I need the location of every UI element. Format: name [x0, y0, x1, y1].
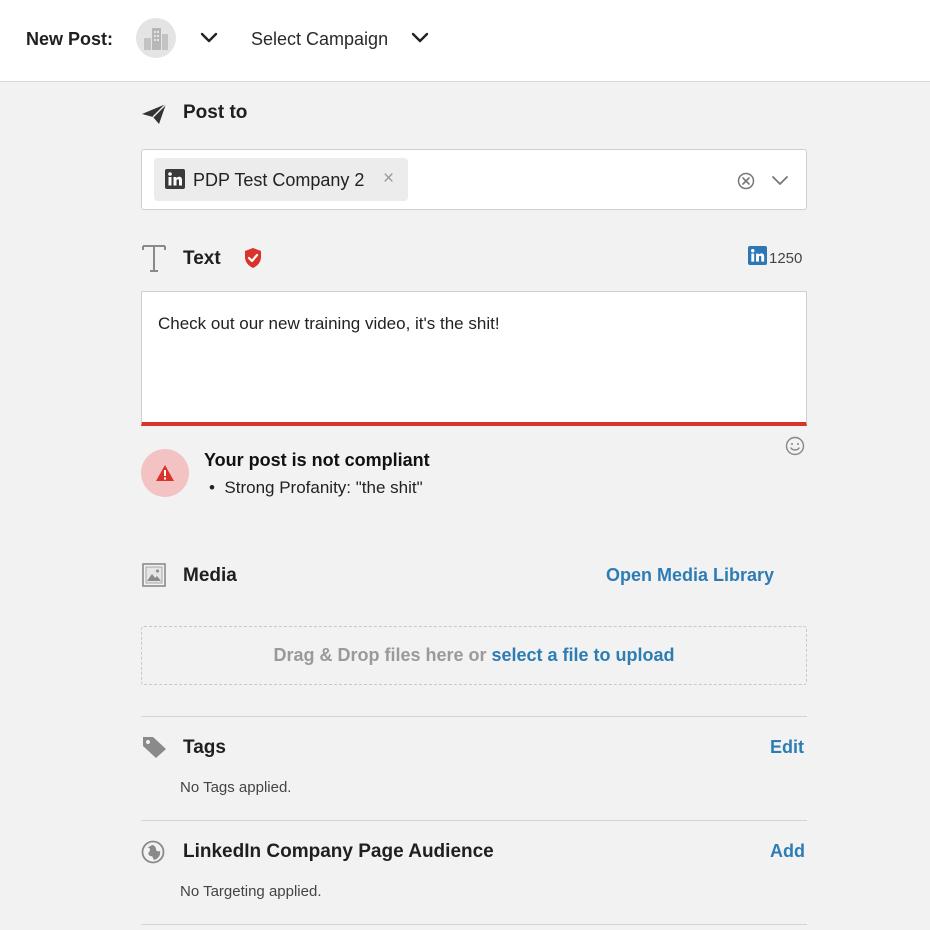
- divider: [141, 716, 807, 717]
- compliance-issue: • Strong Profanity: "the shit": [209, 478, 423, 497]
- post-to-select[interactable]: PDP Test Company 2 ×: [141, 149, 807, 210]
- text-title: Text: [183, 248, 221, 269]
- open-media-library-link[interactable]: Open Media Library: [606, 565, 774, 586]
- post-to-chevron-down-icon[interactable]: [770, 174, 790, 192]
- post-text-input[interactable]: Check out our new training video, it's t…: [141, 291, 807, 426]
- tag-icon: [142, 735, 168, 759]
- clear-selection-icon[interactable]: [737, 172, 755, 195]
- emoji-picker-icon[interactable]: [785, 436, 805, 461]
- drop-text: Drag & Drop files here or: [273, 645, 487, 665]
- selected-account-chip: PDP Test Company 2 ×: [154, 158, 408, 201]
- add-audience-link[interactable]: Add: [770, 841, 805, 862]
- file-dropzone[interactable]: Drag & Drop files here or select a file …: [141, 626, 807, 685]
- tags-empty-text: No Tags applied.: [180, 779, 292, 796]
- post-text-value: Check out our new training video, it's t…: [158, 314, 500, 333]
- image-icon: [142, 563, 166, 587]
- warning-badge: [141, 449, 189, 497]
- account-chevron-down-icon[interactable]: [199, 31, 219, 45]
- linkedin-icon: [165, 169, 185, 194]
- compliance-issue-text: Strong Profanity: "the shit": [224, 478, 423, 497]
- select-file-link[interactable]: select a file to upload: [492, 645, 675, 666]
- new-post-label: New Post:: [26, 29, 114, 49]
- campaign-chevron-down-icon[interactable]: [410, 31, 430, 45]
- select-campaign-dropdown[interactable]: Select Campaign: [251, 29, 388, 50]
- remove-account-button[interactable]: ×: [383, 168, 394, 190]
- character-count: 1250: [769, 249, 803, 267]
- account-avatar[interactable]: [136, 18, 176, 58]
- divider: [141, 820, 807, 821]
- audience-title: LinkedIn Company Page Audience: [183, 841, 494, 862]
- building-icon: [144, 28, 168, 50]
- divider: [141, 924, 807, 925]
- globe-target-icon: [141, 840, 165, 864]
- selected-account-label: PDP Test Company 2: [193, 170, 365, 190]
- tags-title: Tags: [183, 737, 226, 758]
- paper-plane-icon: [141, 103, 167, 125]
- compliance-title: Your post is not compliant: [204, 450, 430, 470]
- top-bar: New Post: Select Campaign: [0, 0, 930, 82]
- post-to-title: Post to: [183, 102, 248, 123]
- edit-tags-link[interactable]: Edit: [770, 737, 804, 758]
- character-counter: 1250: [748, 246, 803, 270]
- text-format-icon: [141, 243, 167, 273]
- audience-empty-text: No Targeting applied.: [180, 883, 322, 900]
- shield-check-icon: [243, 247, 263, 269]
- warning-icon: [156, 465, 174, 481]
- linkedin-count-icon: [748, 246, 767, 270]
- media-title: Media: [183, 565, 237, 586]
